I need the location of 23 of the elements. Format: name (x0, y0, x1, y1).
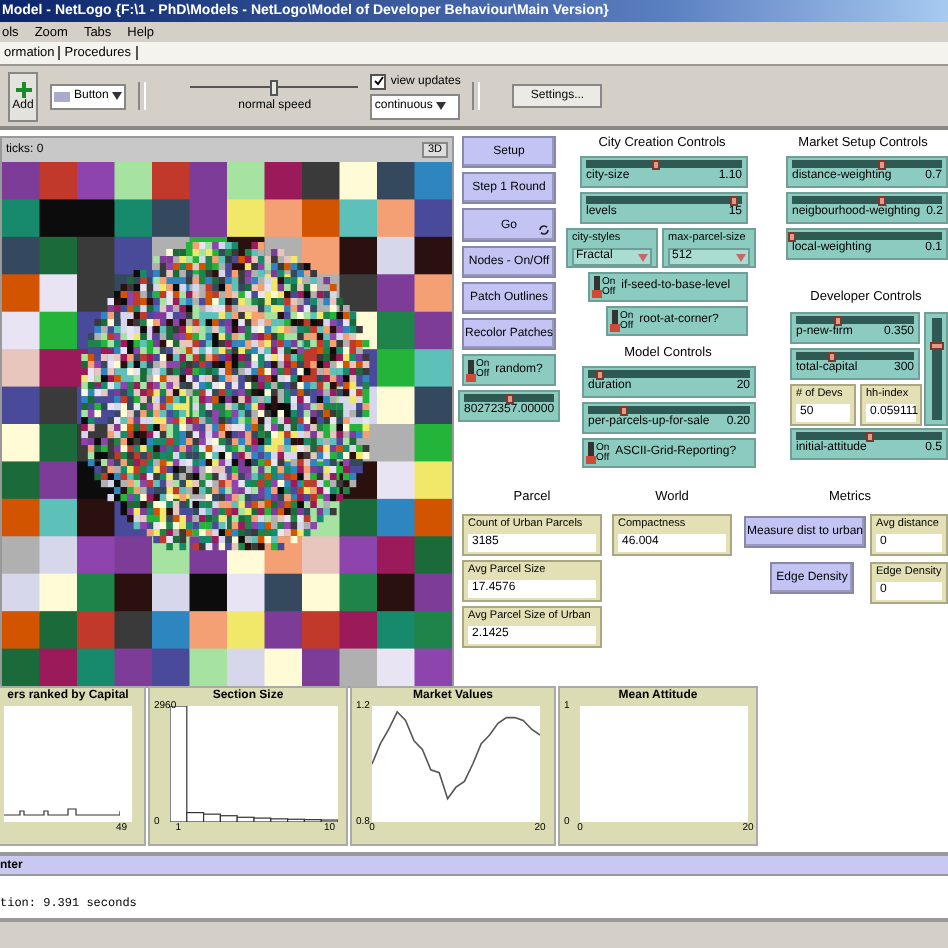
speed-slider[interactable] (190, 80, 359, 96)
slider-thumb[interactable] (652, 160, 661, 170)
plus-icon (15, 81, 31, 97)
slider-thumb[interactable] (619, 406, 628, 416)
forever-icon (538, 224, 550, 236)
caret-icon (436, 102, 447, 110)
slider-thumb[interactable] (596, 370, 605, 380)
slider-thumb[interactable] (878, 196, 886, 206)
slider-thumb[interactable] (878, 160, 886, 170)
button-widget-icon (54, 91, 70, 101)
checkbox[interactable] (370, 73, 387, 89)
caret-icon (736, 253, 746, 261)
slider-thumb[interactable] (730, 196, 739, 206)
slider-thumb[interactable] (827, 352, 836, 362)
slider-thumb[interactable] (833, 316, 842, 326)
slider-thumb[interactable] (788, 232, 796, 242)
vertical-slider[interactable] (924, 312, 948, 426)
line-plot-drawing (4, 806, 120, 816)
caret-icon (638, 253, 648, 261)
slider-thumb[interactable] (505, 394, 513, 404)
caret-icon (112, 92, 123, 100)
slider-thumb[interactable] (865, 432, 873, 442)
slider-thumb[interactable] (930, 341, 944, 350)
